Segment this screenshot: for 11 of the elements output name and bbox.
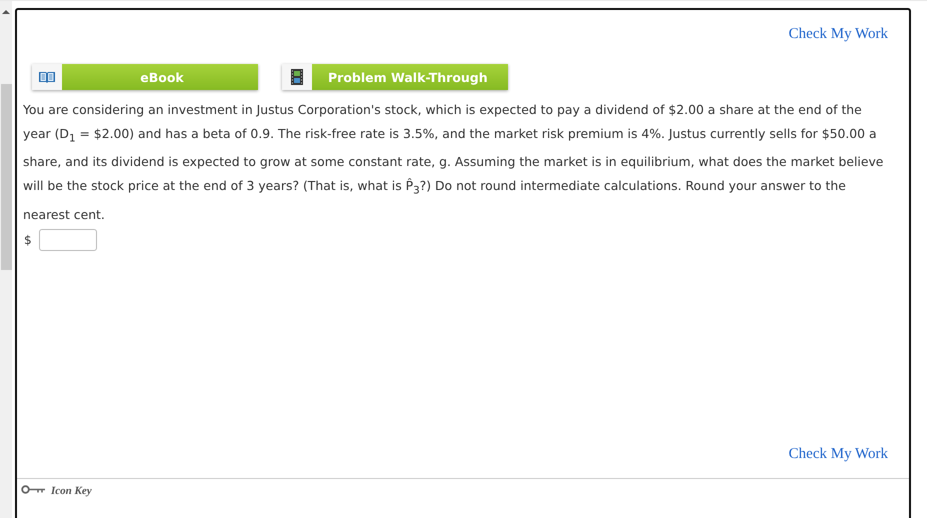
check-my-work-link[interactable]: Check My Work [788, 446, 888, 463]
scroll-up-arrow-icon[interactable] [2, 10, 10, 14]
answer-field[interactable] [38, 229, 97, 252]
currency-symbol: $ [24, 233, 32, 248]
scrollbar-thumb[interactable] [0, 84, 12, 270]
book-icon [38, 70, 56, 84]
key-icon [21, 485, 47, 494]
check-my-work-link[interactable]: Check My Work [788, 26, 888, 64]
icon-key-label[interactable]: Icon Key [51, 485, 92, 497]
film-icon [291, 69, 303, 85]
question-text: You are considering an investment in Justus Corporation's stock, which is expected to pay a dividend of $2.00 a share at the end of the year (D$_{1}$ = $2.00) and has a beta of 0.9. The risk-free rate is 3.5%, and the market risk premium is 4%. Justus currently sells for $50.00 a share, and its dividend is expected to grow at some constant rate, g. Assuming the market is in equilibrium, what does the market believe will be the stock price at the end of 3 years? (That is, what is P̂$_{3}$?) Do not round intermediate calculations. Round your answer to the nearest cent. [23, 101, 884, 224]
